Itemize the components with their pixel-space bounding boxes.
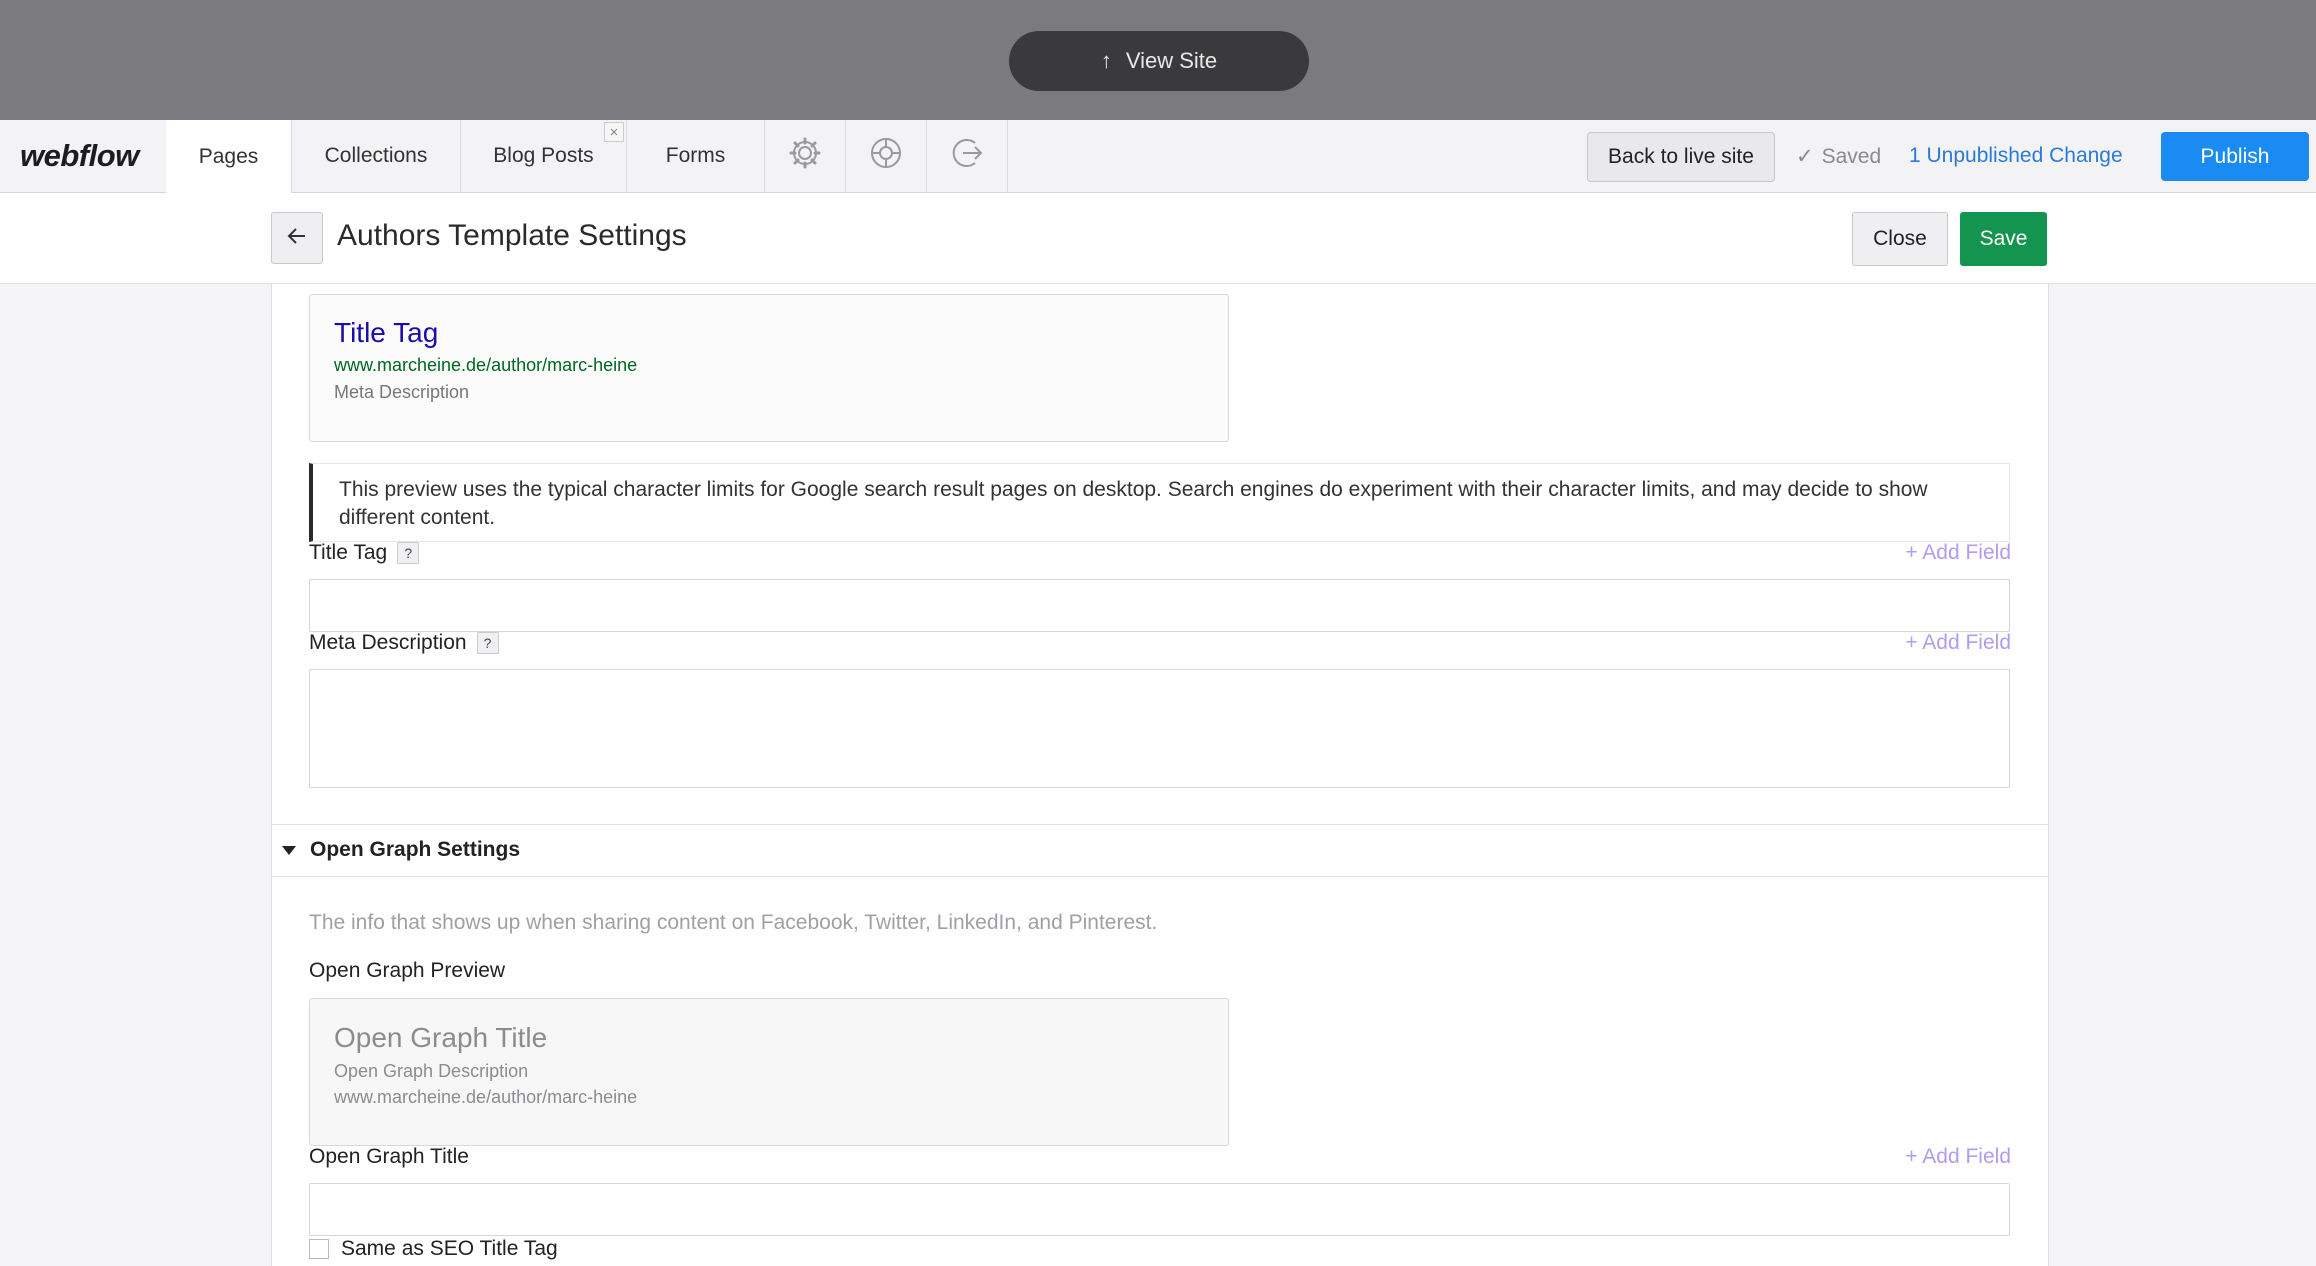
help-icon[interactable]: ? bbox=[397, 542, 420, 564]
meta-description-input[interactable] bbox=[309, 669, 2010, 788]
tab-label: Blog Posts bbox=[493, 144, 594, 167]
arrow-up-icon: ↑ bbox=[1100, 48, 1112, 73]
back-button[interactable] bbox=[271, 212, 323, 264]
same-as-seo-title-option[interactable]: Same as SEO Title Tag bbox=[309, 1237, 558, 1261]
preview-url: www.marcheine.de/author/marc-heine bbox=[334, 355, 638, 375]
tab-blog-posts[interactable]: Blog Posts × bbox=[461, 120, 627, 192]
page-title: Authors Template Settings bbox=[337, 219, 687, 252]
preview-notice: This preview uses the typical character … bbox=[309, 463, 2010, 542]
unpublished-changes-link[interactable]: 1 Unpublished Change bbox=[1909, 144, 2123, 168]
open-graph-info: The info that shows up when sharing cont… bbox=[309, 911, 1158, 934]
save-button[interactable]: Save bbox=[1960, 212, 2047, 266]
settings-panel: Title Tag www.marcheine.de/author/marc-h… bbox=[271, 284, 2049, 1266]
tab-settings[interactable] bbox=[765, 120, 846, 192]
search-result-preview: Title Tag www.marcheine.de/author/marc-h… bbox=[309, 294, 1229, 442]
view-site-label: View Site bbox=[1125, 48, 1218, 73]
tab-collections[interactable]: Collections bbox=[292, 120, 461, 192]
preview-title: Title Tag bbox=[334, 317, 439, 348]
open-graph-title-input[interactable] bbox=[309, 1183, 2010, 1236]
add-field-button[interactable]: + Add Field bbox=[1905, 541, 2011, 565]
section-title: Open Graph Settings bbox=[310, 838, 521, 861]
tab-label: Forms bbox=[665, 144, 726, 167]
open-graph-title-label: Open Graph Title bbox=[309, 1145, 469, 1169]
add-field-button[interactable]: + Add Field bbox=[1905, 631, 2011, 655]
preview-top-bar: ↑ View Site bbox=[0, 0, 2316, 120]
arrow-left-icon bbox=[286, 225, 308, 252]
caret-down-icon bbox=[282, 845, 296, 855]
field-label-text: Title Tag bbox=[309, 541, 388, 564]
close-tab-icon[interactable]: × bbox=[604, 122, 624, 142]
tab-forms[interactable]: Forms bbox=[627, 120, 765, 192]
close-button[interactable]: Close bbox=[1852, 212, 1948, 266]
section-divider bbox=[272, 876, 2048, 877]
help-circle-icon bbox=[868, 135, 904, 177]
publish-button[interactable]: Publish bbox=[2161, 132, 2309, 181]
title-tag-label: Title Tag ? bbox=[309, 541, 420, 565]
open-graph-preview: Open Graph Title Open Graph Description … bbox=[309, 998, 1229, 1146]
meta-description-label: Meta Description ? bbox=[309, 631, 499, 655]
saved-status: ✓ Saved bbox=[1796, 144, 1881, 169]
same-as-seo-title-checkbox[interactable] bbox=[309, 1239, 329, 1259]
tab-help[interactable] bbox=[846, 120, 927, 192]
checkbox-label: Same as SEO Title Tag bbox=[341, 1237, 558, 1260]
tab-share[interactable] bbox=[927, 120, 1008, 192]
share-icon bbox=[949, 135, 985, 177]
tab-pages[interactable]: Pages bbox=[166, 120, 292, 193]
view-site-button[interactable]: ↑ View Site bbox=[1009, 31, 1309, 91]
editor-nav-bar: webflow Pages Collections Blog Posts × F… bbox=[0, 120, 2316, 193]
back-to-live-site-button[interactable]: Back to live site bbox=[1587, 132, 1775, 182]
tab-label: Collections bbox=[324, 144, 428, 167]
field-label-text: Meta Description bbox=[309, 631, 467, 654]
help-icon[interactable]: ? bbox=[476, 632, 499, 654]
tab-label: Pages bbox=[198, 144, 259, 168]
gear-icon bbox=[787, 135, 823, 177]
saved-label: Saved bbox=[1821, 144, 1882, 168]
webflow-logo[interactable]: webflow bbox=[20, 138, 139, 174]
section-divider bbox=[272, 824, 2048, 825]
add-field-button[interactable]: + Add Field bbox=[1905, 1145, 2011, 1169]
og-preview-title: Open Graph Title bbox=[334, 1022, 548, 1053]
field-label-text: Open Graph Title bbox=[309, 1145, 469, 1168]
check-icon: ✓ bbox=[1796, 145, 1814, 168]
preview-description: Meta Description bbox=[334, 382, 470, 402]
og-preview-url: www.marcheine.de/author/marc-heine bbox=[334, 1087, 638, 1107]
og-preview-description: Open Graph Description bbox=[334, 1061, 529, 1081]
title-tag-input[interactable] bbox=[309, 579, 2010, 632]
open-graph-preview-label: Open Graph Preview bbox=[309, 959, 506, 982]
settings-header: Authors Template Settings Close Save bbox=[0, 193, 2316, 284]
open-graph-section-toggle[interactable]: Open Graph Settings bbox=[282, 838, 520, 862]
